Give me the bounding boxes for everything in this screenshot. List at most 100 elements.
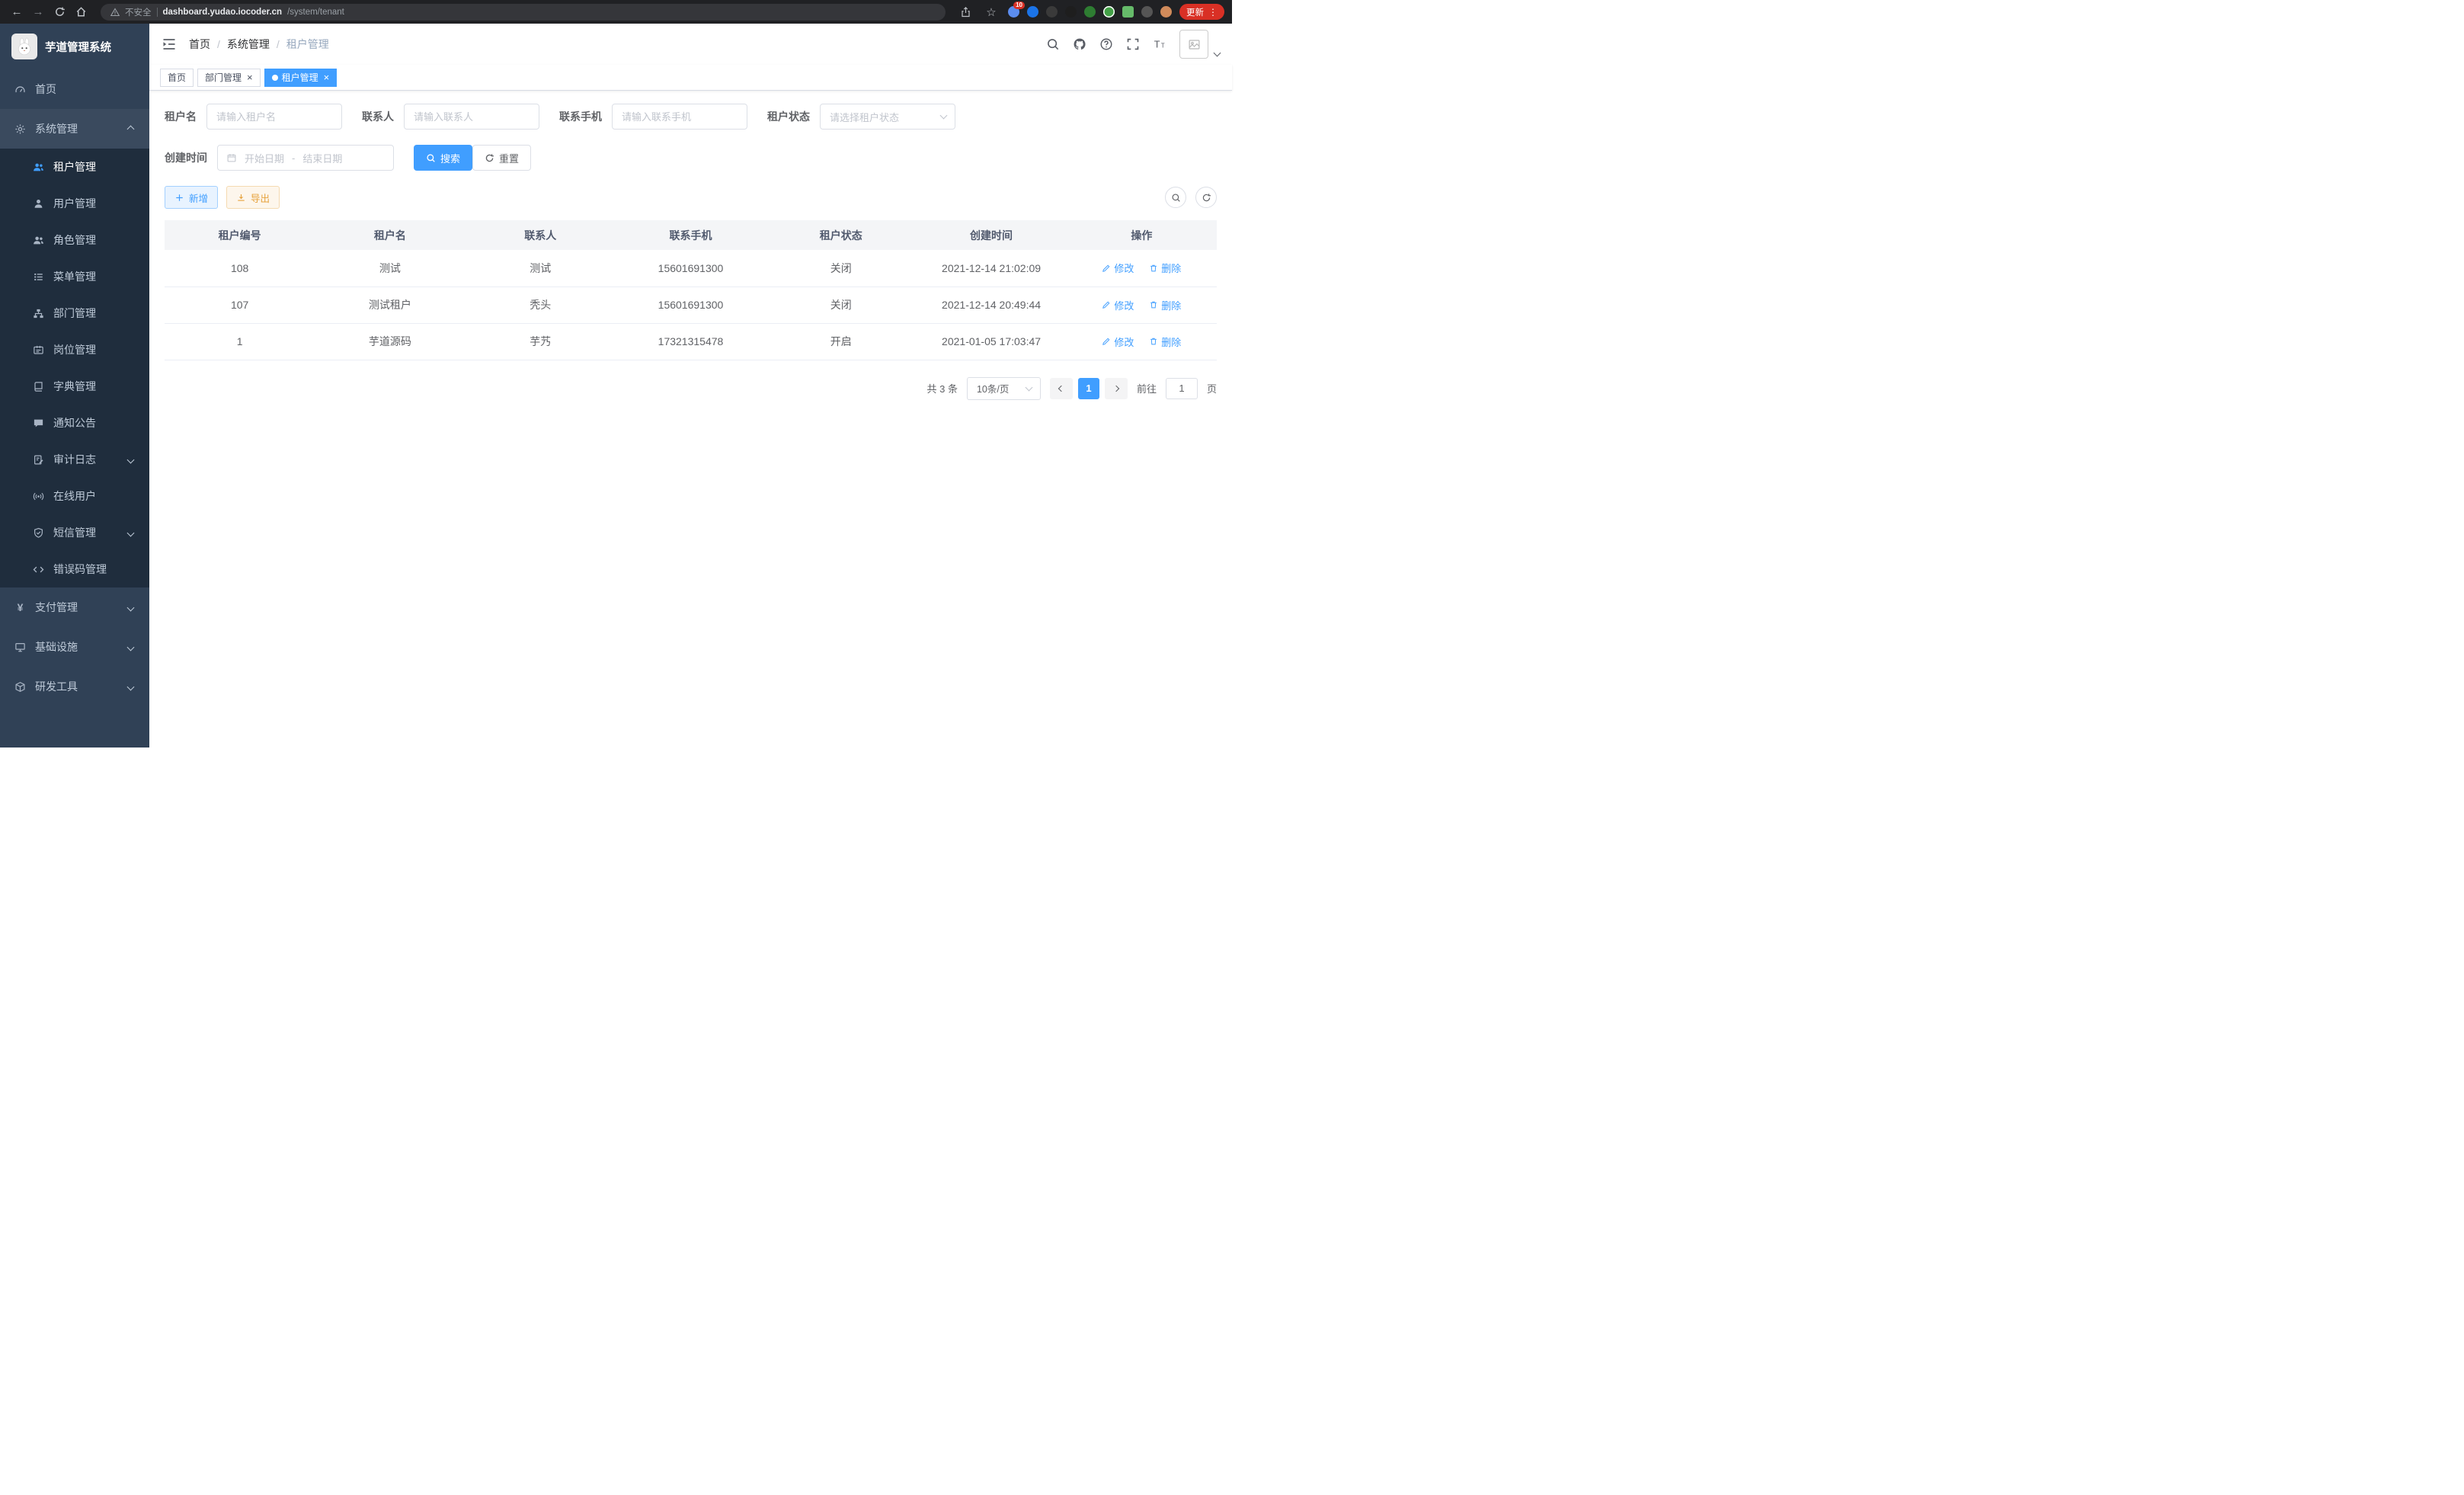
tab-tenant-mgmt[interactable]: 租户管理 × [264, 69, 338, 87]
add-button[interactable]: 新增 [165, 186, 218, 209]
page-size-select[interactable]: 10条/页 [967, 377, 1041, 400]
refresh-table-icon[interactable] [1195, 187, 1217, 208]
active-dot-icon [272, 75, 278, 81]
extension-icon[interactable] [1065, 6, 1077, 18]
sidebar-item-system[interactable]: 系统管理 [0, 109, 149, 149]
extension-icon[interactable] [1084, 6, 1096, 18]
prev-page-button[interactable] [1050, 378, 1073, 399]
sidebar-item-role-mgmt[interactable]: 角色管理 [0, 222, 149, 258]
update-label: 更新 [1186, 6, 1204, 18]
table-row: 108 测试 测试 15601691300 关闭 2021-12-14 21:0… [165, 250, 1217, 287]
toolbar-right-actions [1165, 187, 1217, 208]
chevron-down-icon [127, 603, 135, 611]
breadcrumb-separator: / [277, 38, 280, 50]
github-icon[interactable] [1073, 37, 1086, 51]
next-page-button[interactable] [1105, 378, 1128, 399]
user-avatar[interactable] [1179, 30, 1208, 59]
browser-home-icon[interactable] [72, 4, 90, 21]
delete-link[interactable]: 删除 [1149, 261, 1181, 275]
sidebar-submenu-system: 租户管理 用户管理 角色管理 菜单管理 部门管理 岗位管理 字典管理 通知公告 [0, 149, 149, 587]
contact-label: 联系人 [362, 109, 394, 124]
cell-tenant-name: 测试 [315, 250, 465, 287]
export-button[interactable]: 导出 [226, 186, 280, 209]
cell-tenant-id: 1 [165, 323, 315, 360]
tenant-name-input[interactable] [206, 104, 342, 130]
col-actions: 操作 [1067, 220, 1217, 250]
browser-back-icon[interactable]: ← [8, 4, 26, 21]
font-size-icon[interactable]: TT [1153, 37, 1166, 51]
create-time-range-picker[interactable]: 开始日期 - 结束日期 [217, 145, 394, 171]
sidebar-item-label: 部门管理 [53, 306, 96, 321]
browser-menu-icon[interactable]: ⋮ [1208, 8, 1218, 17]
table-toolbar: 新增 导出 [165, 186, 1217, 209]
sidebar-item-notice[interactable]: 通知公告 [0, 405, 149, 441]
sidebar-item-error-code-mgmt[interactable]: 错误码管理 [0, 551, 149, 587]
tab-dept-mgmt[interactable]: 部门管理 × [197, 69, 261, 87]
extension-icon[interactable] [1103, 6, 1115, 18]
page-number-button[interactable]: 1 [1078, 378, 1099, 399]
extension-icon[interactable]: 10 [1008, 6, 1019, 18]
sidebar-item-dev-tools[interactable]: 研发工具 [0, 667, 149, 706]
goto-page-input[interactable] [1166, 378, 1198, 399]
extension-icon[interactable] [1027, 6, 1038, 18]
edit-link[interactable]: 修改 [1102, 261, 1134, 275]
sidebar-item-online-users[interactable]: 在线用户 [0, 478, 149, 514]
delete-link[interactable]: 删除 [1149, 335, 1181, 349]
edit-link[interactable]: 修改 [1102, 335, 1134, 349]
sidebar-item-post-mgmt[interactable]: 岗位管理 [0, 331, 149, 368]
tab-home[interactable]: 首页 [160, 69, 194, 87]
sidebar-item-infrastructure[interactable]: 基础设施 [0, 627, 149, 667]
tenant-status-select[interactable]: 请选择租户状态 [820, 104, 955, 130]
bookmark-star-icon[interactable]: ☆ [982, 4, 1000, 21]
app-logo[interactable]: 芋道管理系统 [0, 24, 149, 69]
phone-label: 联系手机 [559, 109, 602, 124]
extensions-puzzle-icon[interactable] [1141, 6, 1153, 18]
sidebar-item-menu-mgmt[interactable]: 菜单管理 [0, 258, 149, 295]
header-search-icon[interactable] [1046, 37, 1060, 51]
sidebar-collapse-icon[interactable] [162, 37, 177, 52]
phone-input[interactable] [612, 104, 747, 130]
chevron-down-icon [127, 456, 135, 463]
cell-created: 2021-01-05 17:03:47 [916, 323, 1066, 360]
delete-link[interactable]: 删除 [1149, 298, 1181, 312]
close-icon[interactable]: × [247, 72, 253, 82]
help-question-icon[interactable] [1099, 37, 1113, 51]
sidebar-item-audit-log[interactable]: 审计日志 [0, 441, 149, 478]
cell-tenant-name: 测试租户 [315, 287, 465, 323]
extension-icon[interactable] [1046, 6, 1058, 18]
goto-label: 前往 [1137, 381, 1157, 395]
sidebar-item-label: 租户管理 [53, 159, 96, 174]
sidebar-item-tenant-mgmt[interactable]: 租户管理 [0, 149, 149, 185]
people-icon [33, 162, 44, 173]
close-icon[interactable]: × [324, 72, 330, 82]
page-size-value: 10条/页 [977, 381, 1009, 395]
breadcrumb-system[interactable]: 系统管理 [227, 37, 270, 52]
search-button[interactable]: 搜索 [414, 145, 472, 171]
browser-forward-icon[interactable]: → [29, 4, 47, 21]
sidebar-item-dept-mgmt[interactable]: 部门管理 [0, 295, 149, 331]
breadcrumb-current: 租户管理 [286, 37, 329, 52]
address-bar[interactable]: 不安全 dashboard.yudao.iocoder.cn/system/te… [101, 4, 946, 21]
toggle-search-icon[interactable] [1165, 187, 1186, 208]
chevron-down-icon [127, 683, 135, 690]
sidebar-item-home[interactable]: 首页 [0, 69, 149, 109]
browser-reload-icon[interactable] [50, 4, 69, 21]
edit-link[interactable]: 修改 [1102, 298, 1134, 312]
edit-pencil-icon [1102, 300, 1111, 309]
reset-button[interactable]: 重置 [472, 145, 531, 171]
sidebar-item-sms-mgmt[interactable]: 短信管理 [0, 514, 149, 551]
profile-avatar-icon[interactable] [1160, 6, 1172, 18]
contact-input[interactable] [404, 104, 539, 130]
navbar-actions: TT [1046, 30, 1220, 59]
extension-icon[interactable] [1122, 6, 1134, 18]
status-placeholder: 请选择租户状态 [830, 110, 899, 124]
avatar-dropdown-caret-icon[interactable] [1214, 50, 1221, 57]
sidebar-item-payment-mgmt[interactable]: ¥ 支付管理 [0, 587, 149, 627]
update-button[interactable]: 更新 ⋮ [1179, 4, 1224, 20]
fullscreen-icon[interactable] [1126, 37, 1140, 51]
sidebar-item-user-mgmt[interactable]: 用户管理 [0, 185, 149, 222]
filter-tenant-name: 租户名 [165, 104, 342, 130]
sidebar-item-dict-mgmt[interactable]: 字典管理 [0, 368, 149, 405]
share-icon[interactable] [956, 4, 974, 21]
breadcrumb-home[interactable]: 首页 [189, 37, 210, 52]
